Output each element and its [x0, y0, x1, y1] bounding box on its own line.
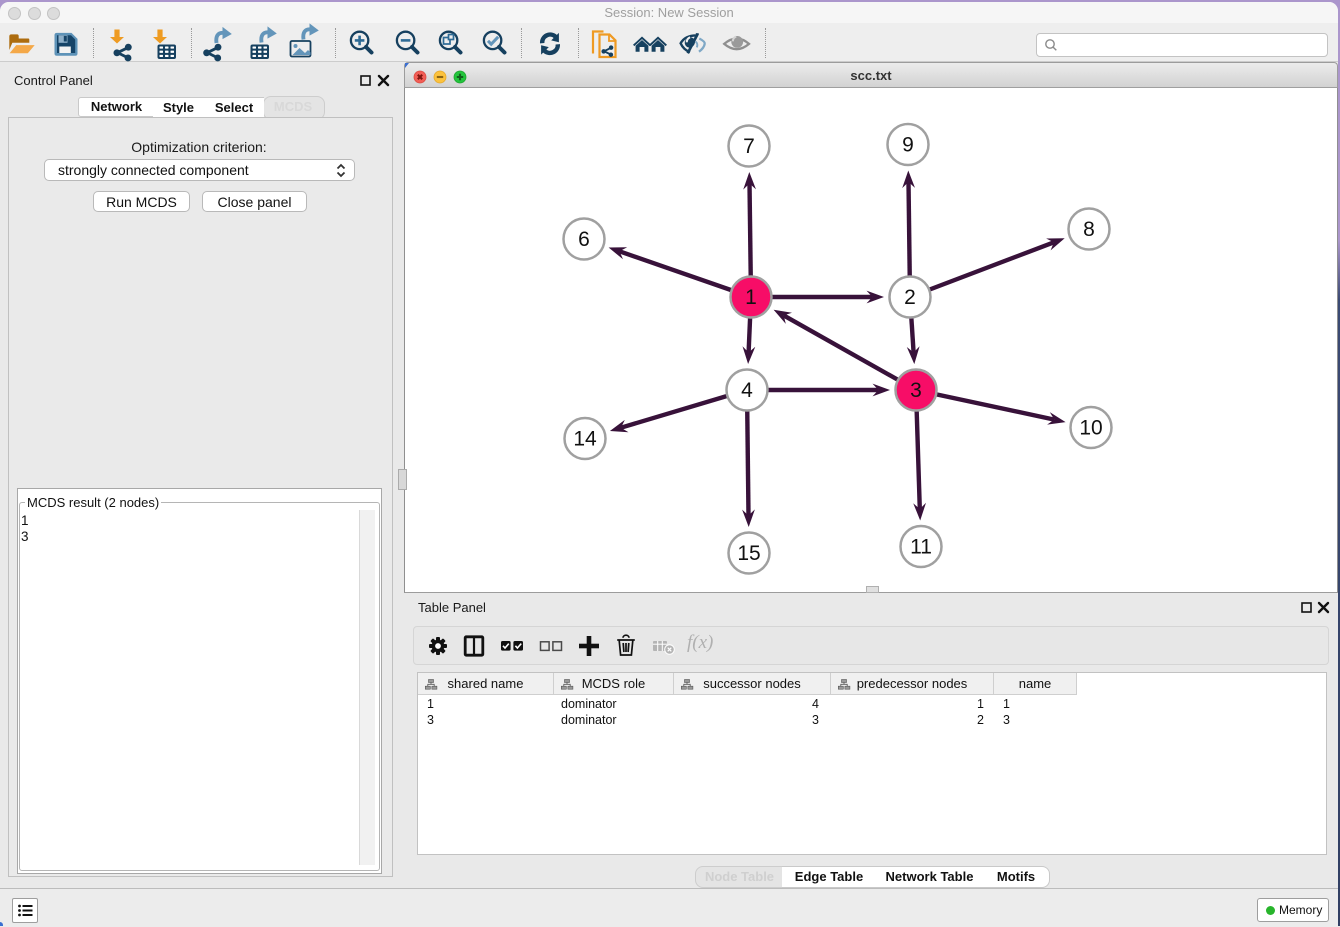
svg-text:4: 4 [741, 379, 753, 402]
svg-text:3: 3 [910, 379, 922, 402]
svg-text:8: 8 [1083, 218, 1095, 241]
svg-text:2: 2 [904, 286, 916, 309]
svg-text:11: 11 [910, 536, 932, 559]
svg-text:7: 7 [743, 135, 755, 158]
svg-text:14: 14 [573, 428, 597, 451]
svg-text:1: 1 [745, 286, 757, 309]
svg-text:15: 15 [737, 542, 760, 565]
svg-text:9: 9 [902, 134, 914, 157]
svg-text:6: 6 [578, 228, 590, 251]
svg-text:10: 10 [1079, 417, 1102, 440]
